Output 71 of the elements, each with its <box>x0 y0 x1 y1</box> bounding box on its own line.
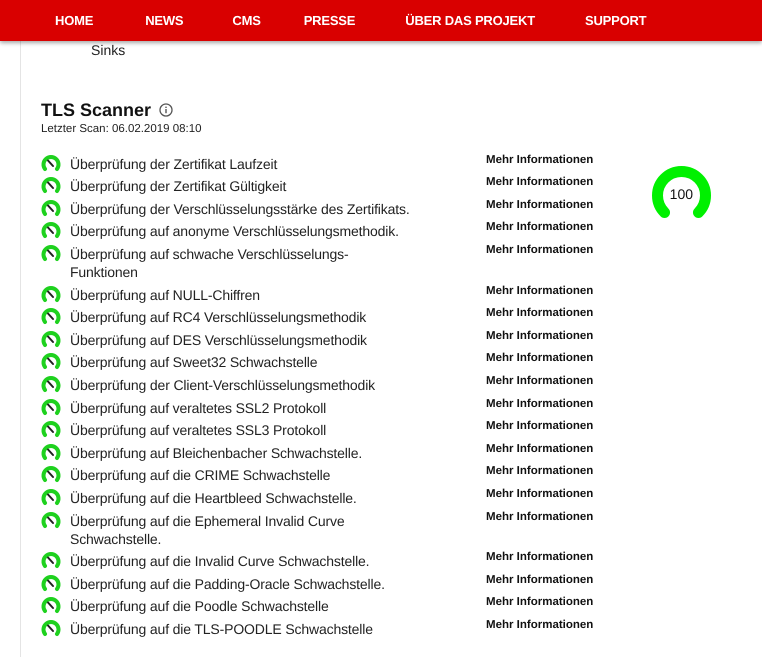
gauge-icon <box>41 488 61 506</box>
more-info-link[interactable]: Mehr Informationen <box>486 510 594 524</box>
nav-link[interactable]: SUPPORT <box>584 13 646 28</box>
check-label: Überprüfung auf Bleichenbacher Schwachstelle. <box>70 444 364 462</box>
more-info-link[interactable]: Mehr Informationen <box>486 419 594 434</box>
more-info-link[interactable]: Mehr Informationen <box>486 464 594 478</box>
gauge-icon <box>41 551 61 570</box>
check-label: Überprüfung der Zertifikat Laufzeit <box>70 154 278 173</box>
gauge-icon <box>41 574 61 592</box>
gauge-icon <box>41 510 61 528</box>
gauge-icon <box>41 596 61 614</box>
gauge-icon <box>41 176 61 194</box>
check-label: Überprüfung auf NULL-Chiffren <box>70 286 261 304</box>
more-info-link[interactable]: Mehr Informationen <box>486 284 594 298</box>
more-info-link[interactable]: Mehr Informationen <box>486 220 594 234</box>
nav-link[interactable]: NEWS <box>145 13 184 28</box>
more-info-link[interactable]: Mehr Informationen <box>486 550 594 564</box>
more-info-link[interactable]: Mehr Informationen <box>486 242 594 257</box>
more-info-link[interactable]: Mehr Informationen <box>486 152 594 167</box>
check-label: Überprüfung auf die Padding-Oracle Schwachstelle. <box>70 574 386 593</box>
check-label: Überprüfung auf anonyme Verschlüsselungsmethodik. <box>70 222 400 240</box>
gauge-icon <box>41 374 61 393</box>
check-label: Überprüfung auf schwache Verschlüsselungs-Funktionen <box>70 244 350 281</box>
more-info-link[interactable]: Mehr Informationen <box>486 595 594 610</box>
check-label: Überprüfung auf die Heartbleed Schwachstelle. <box>70 488 358 507</box>
check-label: Überprüfung auf veraltetes SSL3 Protokoll <box>70 421 328 440</box>
gauge-icon <box>41 465 61 484</box>
score-value: 100 <box>668 186 694 202</box>
last-scan-date: Letzter Scan: 06.02.2019 08:10 <box>41 123 202 135</box>
check-label: Überprüfung auf RC4 Verschlüsselungsmethodik <box>70 308 368 326</box>
check-label: Überprüfung der Zertifikat Gültigkeit <box>70 177 288 196</box>
more-info-link[interactable]: Mehr Informationen <box>486 486 594 501</box>
more-info-link[interactable]: Mehr Informationen <box>486 572 594 587</box>
gauge-icon <box>41 244 61 262</box>
gauge-icon <box>41 352 61 370</box>
nav-link[interactable]: ÜBER DAS PROJEKT <box>405 13 535 28</box>
gauge-icon <box>41 398 61 416</box>
more-info-link[interactable]: Mehr Informationen <box>486 442 594 456</box>
nav-link[interactable]: HOME <box>55 13 94 28</box>
check-label: Überprüfung auf DES Verschlüsselungsmethodik <box>70 330 368 349</box>
more-info-link[interactable]: Mehr Informationen <box>486 618 594 632</box>
gauge-icon <box>41 442 61 461</box>
check-label: Überprüfung der Verschlüsselungsstärke des Zertifikats. <box>70 200 411 218</box>
gauge-icon <box>41 284 61 303</box>
nav-link[interactable]: CMS <box>232 13 261 28</box>
gauge-icon <box>41 330 61 348</box>
gauge-icon <box>41 420 61 438</box>
check-label: Überprüfung auf die Invalid Curve Schwachstelle. <box>70 552 370 570</box>
check-label: Überprüfung der Client-Verschlüsselungsmethodik <box>70 376 376 394</box>
section-title: TLS Scanner <box>41 99 152 121</box>
check-label: Überprüfung auf die Poodle Schwachstelle <box>70 597 330 616</box>
gauge-icon <box>41 154 61 172</box>
check-label: Überprüfung auf die TLS-POODLE Schwachstelle <box>70 620 374 638</box>
more-info-link[interactable]: Mehr Informationen <box>486 374 594 388</box>
more-info-link[interactable]: Mehr Informationen <box>486 396 594 411</box>
gauge-icon <box>41 307 61 326</box>
gauge-icon <box>41 618 61 637</box>
more-info-link[interactable]: Mehr Informationen <box>486 175 594 190</box>
nav-link[interactable]: PRESSE <box>304 13 356 28</box>
section-item: Sinks <box>91 42 126 58</box>
gauge-icon <box>41 221 61 240</box>
more-info-link[interactable]: Mehr Informationen <box>486 306 594 320</box>
check-label: Überprüfung auf die CRIME Schwachstelle <box>70 466 332 484</box>
more-info-link[interactable]: Mehr Informationen <box>486 328 594 343</box>
gauge-icon <box>41 198 61 217</box>
check-label: Überprüfung auf veraltetes SSL2 Protokoll <box>70 398 328 417</box>
check-label: Überprüfung auf Sweet32 Schwachstelle <box>70 353 318 372</box>
check-label: Überprüfung auf die Ephemeral Invalid Curve Schwachstelle. <box>70 512 346 548</box>
more-info-link[interactable]: Mehr Informationen <box>486 351 594 366</box>
info-icon[interactable] <box>159 103 174 117</box>
more-info-link[interactable]: Mehr Informationen <box>486 198 594 212</box>
